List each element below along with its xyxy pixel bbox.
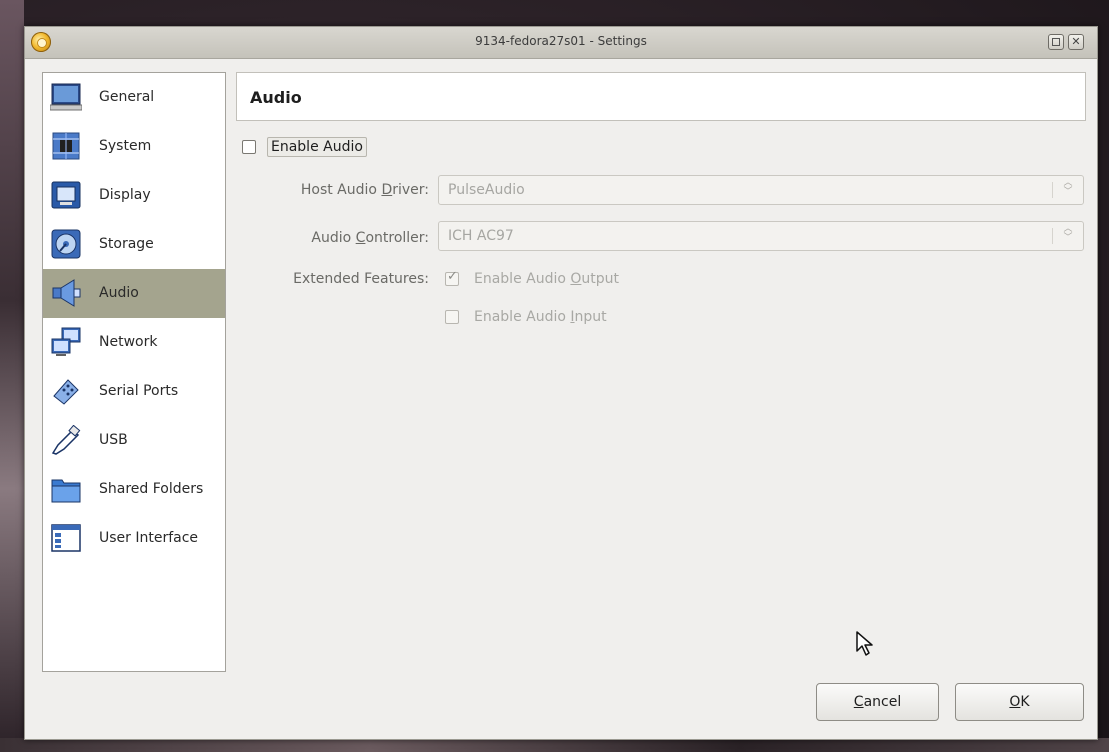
sidebar-item-label: USB [99, 432, 128, 448]
sidebar-item-label: Audio [99, 285, 139, 301]
page-title: Audio [250, 88, 302, 107]
spinner-arrows-icon: ︿ ﹀ [1063, 178, 1073, 197]
sidebar-item-system[interactable]: System [43, 122, 225, 171]
sidebar-item-display[interactable]: Display [43, 171, 225, 220]
desktop-background-bottom [0, 738, 1109, 752]
chip-icon [52, 132, 80, 160]
sidebar-item-label: System [99, 138, 152, 154]
mouse-pointer-icon [856, 631, 873, 656]
serial-port-icon [53, 379, 79, 405]
desktop-background-left [0, 0, 24, 752]
audio-controller-select[interactable]: ICH AC97 ︿ ﹀ [438, 221, 1084, 251]
sidebar-item-usb[interactable]: USB [43, 416, 225, 465]
sidebar-item-label: Network [99, 334, 158, 350]
title-bar[interactable]: 9134-fedora27s01 - Settings ✕ [25, 27, 1097, 59]
monitor-icon [50, 83, 82, 111]
host-audio-driver-value: PulseAudio [448, 182, 525, 198]
spinner-arrows-icon: ︿ ﹀ [1063, 224, 1073, 243]
sidebar-item-network[interactable]: Network [43, 318, 225, 367]
cancel-button[interactable]: Cancel [816, 683, 939, 721]
sidebar-item-label: Display [99, 187, 151, 203]
sidebar-item-label: User Interface [99, 530, 199, 546]
enable-audio-output-checkbox[interactable]: ✓ [445, 269, 459, 286]
usb-icon [51, 425, 81, 455]
host-audio-driver-select[interactable]: PulseAudio ︿ ﹀ [438, 175, 1084, 205]
extended-features-label: Extended Features: [293, 271, 429, 287]
settings-sidebar: General System Display Storage Audio Net… [42, 72, 226, 672]
speaker-icon [52, 279, 81, 307]
audio-controller-label: Audio Controller: [311, 230, 429, 246]
sidebar-item-user-interface[interactable]: User Interface [43, 514, 225, 563]
audio-controller-value: ICH AC97 [448, 228, 514, 244]
host-audio-driver-label: Host Audio Driver: [300, 182, 429, 198]
sidebar-item-label: Storage [99, 236, 154, 252]
ok-button[interactable]: OK [955, 683, 1084, 721]
sidebar-item-storage[interactable]: Storage [43, 220, 225, 269]
enable-audio-checkbox[interactable] [242, 140, 256, 154]
enable-audio-output-label[interactable]: Enable Audio Output [474, 271, 619, 287]
display-icon [51, 181, 81, 209]
settings-window: 9134-fedora27s01 - Settings ✕ General Sy… [24, 26, 1098, 740]
sidebar-item-serial-ports[interactable]: Serial Ports [43, 367, 225, 416]
sidebar-item-label: Serial Ports [99, 383, 179, 399]
maximize-button[interactable] [1048, 34, 1064, 50]
enable-audio-label[interactable]: Enable Audio [267, 137, 367, 157]
sidebar-item-general[interactable]: General [43, 73, 225, 122]
disk-icon [51, 229, 81, 259]
sidebar-item-label: Shared Folders [99, 481, 204, 497]
window-icon [51, 524, 81, 552]
close-button[interactable]: ✕ [1068, 34, 1084, 50]
enable-audio-input-checkbox[interactable] [445, 310, 459, 324]
sidebar-item-shared-folders[interactable]: Shared Folders [43, 465, 225, 514]
sidebar-item-label: General [99, 89, 155, 105]
checkmark-icon: ✓ [447, 269, 458, 284]
sidebar-item-audio[interactable]: Audio [43, 269, 225, 318]
page-header: Audio [236, 72, 1086, 121]
folder-icon [51, 479, 81, 503]
network-icon [51, 327, 81, 356]
enable-audio-input-label[interactable]: Enable Audio Input [474, 309, 607, 325]
window-title: 9134-fedora27s01 - Settings [475, 34, 647, 48]
